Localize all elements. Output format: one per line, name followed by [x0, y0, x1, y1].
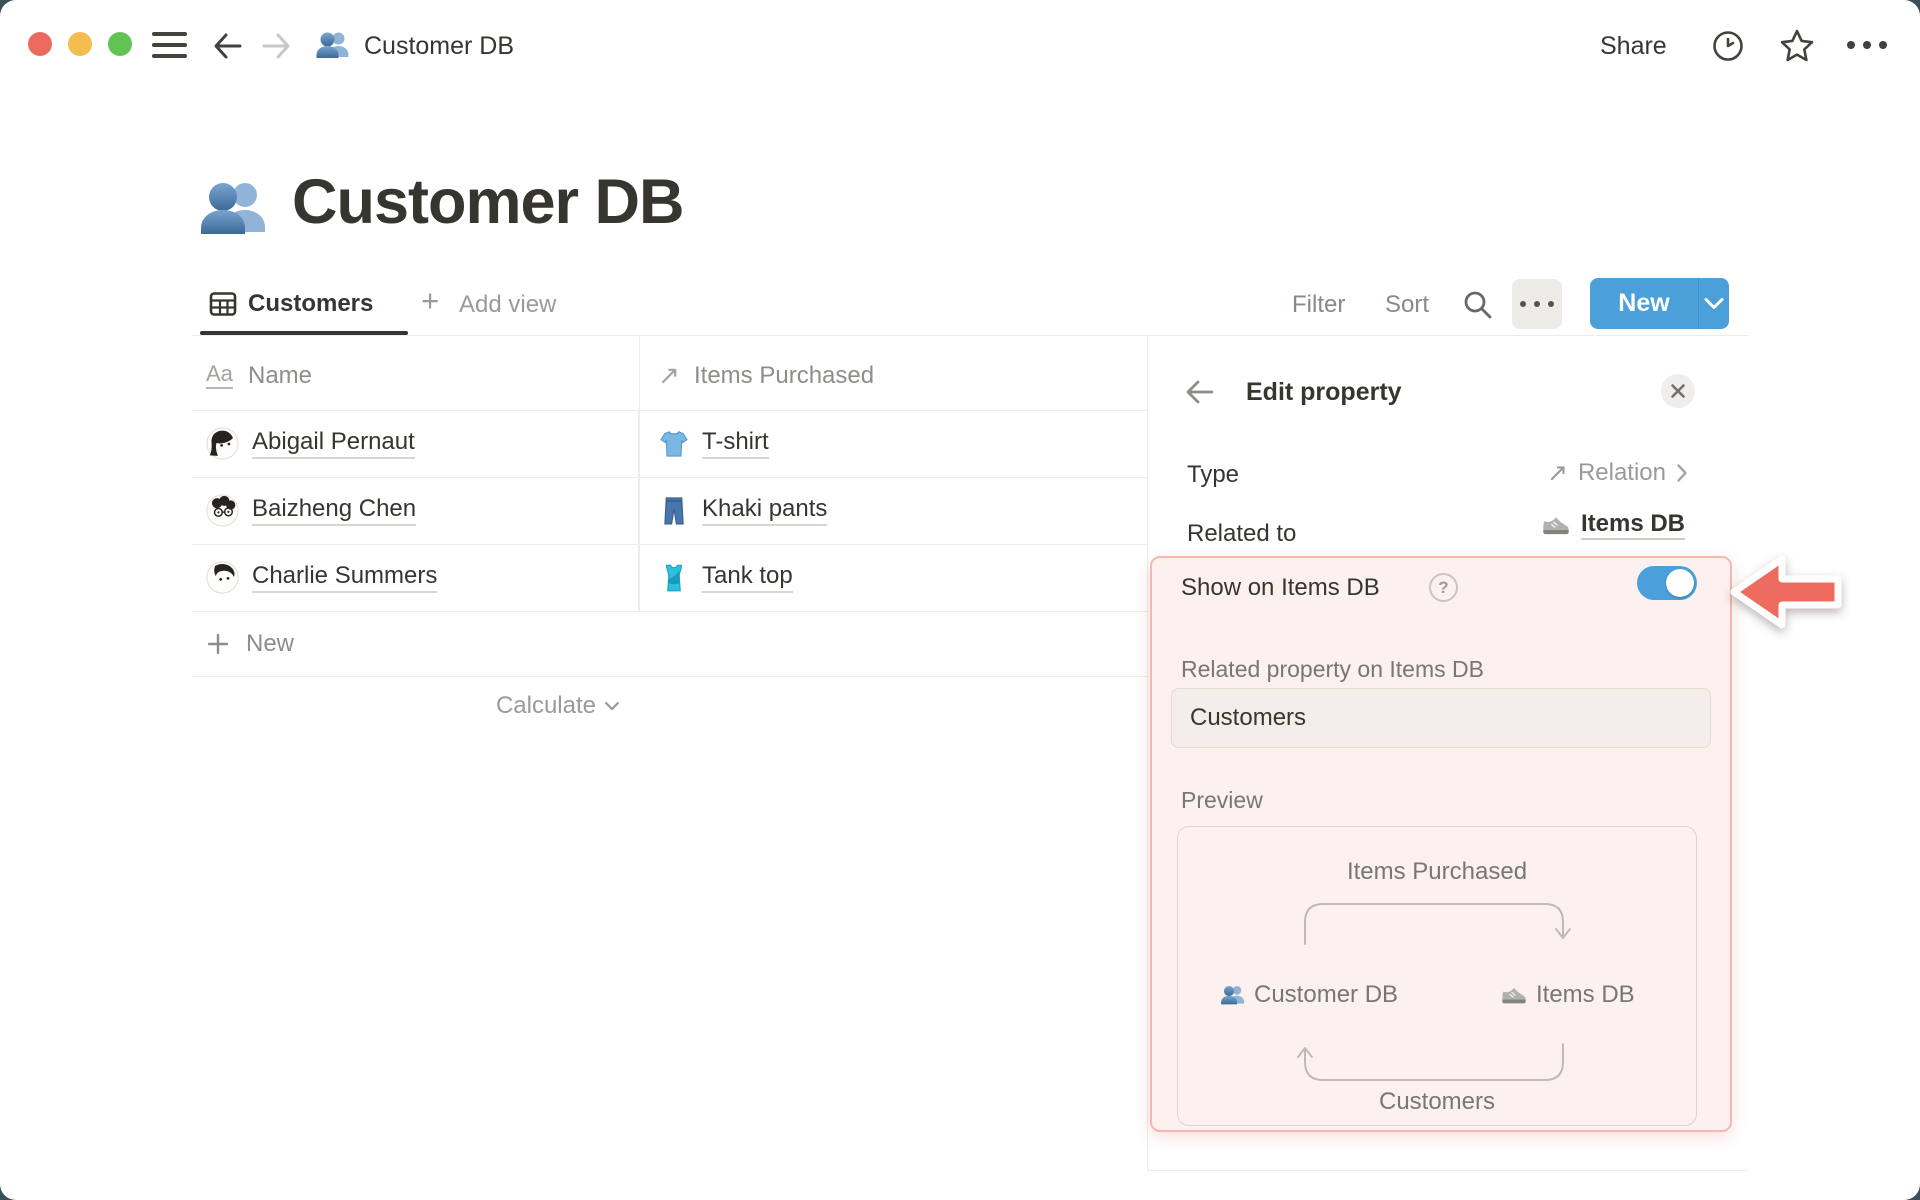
avatar	[206, 494, 239, 527]
panel-close-button[interactable]	[1661, 374, 1695, 408]
page-title[interactable]: Customer DB	[292, 166, 685, 238]
sneaker-icon	[1502, 988, 1526, 1004]
relation-icon: ↗	[658, 360, 680, 390]
item-cell[interactable]: Tank top	[639, 544, 1147, 611]
window-zoom-light[interactable]	[108, 32, 132, 56]
favorite-star-icon[interactable]	[1778, 27, 1816, 65]
toggle-knob	[1666, 569, 1694, 597]
view-options-button[interactable]	[1512, 279, 1562, 329]
table-row: Baizheng Chen Khaki pants	[192, 477, 1147, 545]
panel-back-icon[interactable]	[1185, 379, 1215, 405]
help-icon[interactable]: ?	[1429, 573, 1458, 602]
panel-bottom-rule	[1147, 1170, 1748, 1171]
new-row-button[interactable]: New	[192, 611, 1147, 677]
type-label: Type	[1187, 461, 1240, 488]
chevron-right-icon	[1677, 464, 1687, 482]
filter-button[interactable]: Filter	[1292, 291, 1345, 319]
table-view-icon	[209, 292, 237, 316]
name-cell[interactable]: Charlie Summers	[192, 544, 639, 611]
related-to-value-row[interactable]: Items DB	[1400, 510, 1685, 540]
column-header-name[interactable]: Name	[248, 362, 312, 390]
panel-title: Edit property	[1246, 378, 1402, 406]
row-item[interactable]: T-shirt	[702, 428, 769, 459]
item-cell[interactable]: Khaki pants	[639, 477, 1147, 544]
tab-customers[interactable]: Customers	[248, 290, 373, 318]
tank-top-icon	[665, 564, 683, 591]
pants-icon	[664, 496, 684, 524]
page-icon-people[interactable]	[198, 172, 270, 244]
type-value-row[interactable]: ↗ Relation	[1400, 458, 1688, 488]
row-name[interactable]: Baizheng Chen	[252, 495, 417, 526]
related-property-input[interactable]	[1171, 688, 1711, 748]
close-icon	[1671, 384, 1685, 398]
related-property-label: Related property on Items DB	[1181, 656, 1484, 682]
related-to-value: Items DB	[1580, 510, 1685, 540]
plus-icon	[207, 633, 229, 654]
item-cell[interactable]: T-shirt	[639, 410, 1147, 477]
forward-arrow-icon[interactable]	[260, 31, 292, 61]
new-button[interactable]: New	[1590, 278, 1729, 329]
back-arrow-icon[interactable]	[212, 31, 244, 61]
row-item[interactable]: Tank top	[702, 562, 793, 593]
relation-icon: ↗	[1546, 459, 1568, 487]
sidebar-menu-icon[interactable]	[152, 32, 187, 59]
avatar	[206, 427, 239, 460]
calculate-button[interactable]: Calculate	[192, 677, 620, 735]
breadcrumb-title[interactable]: Customer DB	[364, 32, 514, 61]
panel-divider	[1147, 336, 1148, 1170]
name-cell[interactable]: Baizheng Chen	[192, 477, 639, 544]
chevron-down-icon	[1704, 298, 1724, 309]
sort-button[interactable]: Sort	[1385, 291, 1429, 319]
sneaker-icon	[1543, 517, 1569, 535]
notion-window: Customer DB Share Customer DB Customers …	[0, 0, 1920, 1200]
preview-label: Preview	[1181, 787, 1263, 813]
share-button[interactable]: Share	[1600, 32, 1667, 61]
avatar	[206, 561, 239, 594]
name-cell[interactable]: Abigail Pernaut	[192, 410, 639, 477]
title-property-icon: Aa	[206, 361, 233, 389]
row-name[interactable]: Abigail Pernaut	[252, 428, 415, 459]
preview-relation-arrows	[1297, 903, 1571, 1081]
preview-bottom-arrow-label: Customers	[1378, 1088, 1496, 1115]
annotation-arrow-left-icon	[1730, 555, 1842, 629]
show-on-label: Show on Items DB	[1181, 574, 1380, 601]
calculate-label: Calculate	[495, 692, 596, 719]
new-button-dropdown[interactable]	[1699, 278, 1729, 329]
tshirt-icon	[660, 430, 688, 457]
search-icon[interactable]	[1462, 289, 1494, 321]
table-row: Abigail Pernaut T-shirt	[192, 410, 1147, 478]
viewbar-rule	[192, 335, 1748, 336]
people-icon	[1221, 985, 1245, 1005]
preview-left-node: Customer DB	[1254, 981, 1399, 1008]
window-close-light[interactable]	[28, 32, 52, 56]
column-header-items-purchased[interactable]: Items Purchased	[694, 362, 874, 390]
row-name[interactable]: Charlie Summers	[252, 562, 438, 593]
updates-clock-icon[interactable]	[1710, 28, 1746, 64]
add-view-button[interactable]: Add view	[459, 291, 556, 319]
people-icon	[316, 32, 349, 58]
show-on-toggle[interactable]	[1637, 566, 1697, 600]
new-button-label[interactable]: New	[1590, 278, 1698, 329]
table-row: Charlie Summers Tank top	[192, 544, 1147, 612]
add-view-plus-icon[interactable]: +	[421, 283, 439, 319]
type-value: Relation	[1577, 459, 1666, 486]
new-row-label: New	[246, 629, 295, 657]
row-item[interactable]: Khaki pants	[702, 495, 828, 526]
window-minimize-light[interactable]	[68, 32, 92, 56]
chevron-down-icon	[604, 701, 620, 711]
preview-right-node: Items DB	[1536, 981, 1635, 1008]
related-to-label: Related to	[1187, 520, 1297, 547]
more-options-icon[interactable]	[1846, 40, 1890, 50]
